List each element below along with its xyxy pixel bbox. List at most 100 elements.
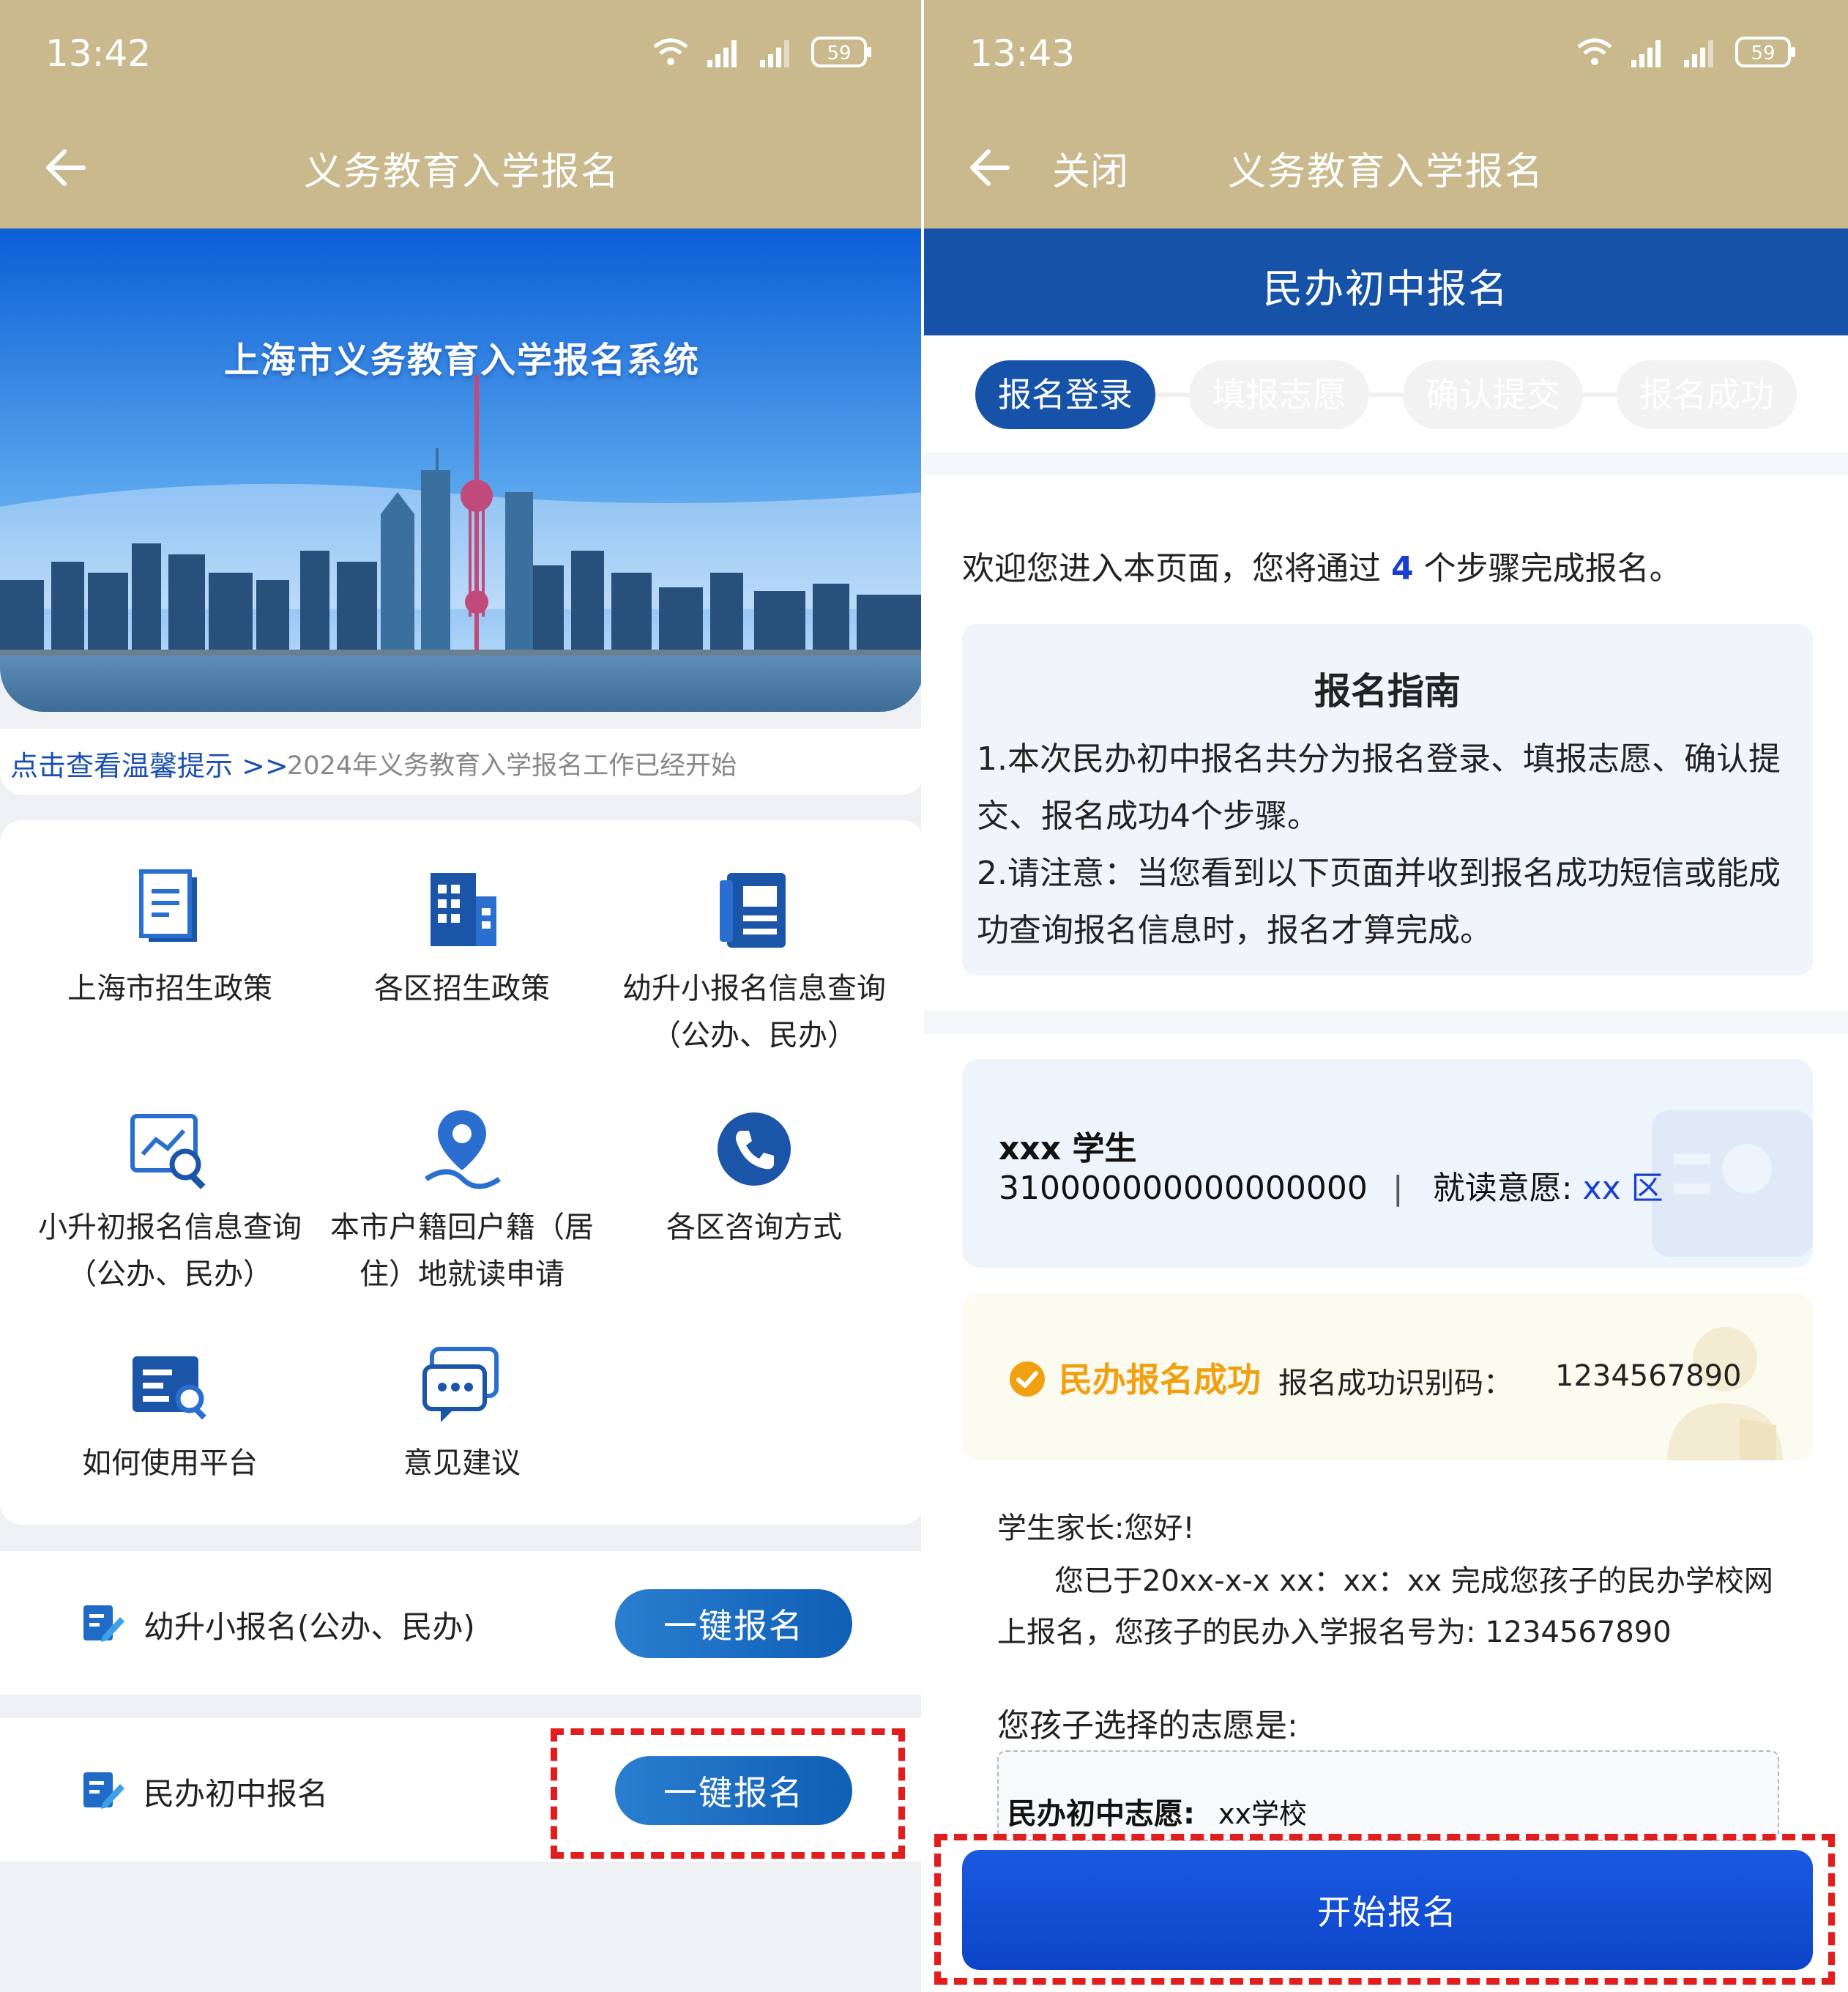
wifi-icon [1577,38,1612,65]
chat-bubble-icon [422,1347,499,1422]
welcome-after: 个步骤完成报名。 [1413,550,1682,587]
status-bar: 13:42 59 [0,0,924,110]
grid-label-line2: （公办、民办） [652,1019,857,1052]
step-login: 报名登录 [975,360,1155,429]
guide-point-1: 1.本次民办初中报名共分为报名登录、填报志愿、确认提交、报名成功4个步骤。 [977,740,1781,835]
intent-value: xx 区 [1582,1170,1663,1207]
student-card: xxx 学生 310000000000000000 | 就读意愿: xx 区 [962,1059,1813,1268]
success-status: 民办报名成功 [1059,1360,1261,1400]
status-time: 13:42 [45,32,152,75]
message-greeting: 学生家长:您好! [997,1512,1195,1545]
status-icons: 59 [652,35,873,67]
step-progress: 报名登录 填报志愿 确认提交 报名成功 [924,335,1848,453]
signal-icon [707,40,737,67]
primary-registration-row: 幼升小报名(公办、民办) 一键报名 [0,1551,924,1695]
one-click-register-button[interactable]: 一键报名 [615,1589,852,1658]
signal-icon [1684,40,1713,67]
grid-item-feedback[interactable]: 意见建议 [316,1342,608,1487]
skyline-image [0,228,924,712]
guide-search-icon [133,1356,206,1420]
message-line-1: 您已于20xx-x-x xx：xx：xx 完成您孩子的民办学校网 [1054,1564,1773,1598]
edit-form-icon [83,1772,124,1809]
choice-value: xx学校 [1218,1798,1307,1830]
grid-item-district-policy[interactable]: 各区招生政策 [316,867,608,1012]
row-label: 民办初中报名 [144,1776,329,1812]
page-title: 义务教育入学报名 [303,150,620,194]
choice-box: 民办初中志愿: xx学校 [997,1750,1779,1841]
highlight-box [934,1834,1835,1985]
right-phone-screen: 13:43 59 关闭 义务教育入学报名 民办初中报名 报名登录 填报志愿 确认… [924,0,1848,1992]
grid-label-line1: 小升初报名信息查询 [38,1211,302,1244]
nav-bar: 关闭 义务教育入学报名 [924,110,1848,228]
hero-banner: 上海市义务教育入学报名系统 [0,228,924,712]
student-info-line: 310000000000000000 | 就读意愿: xx 区 [999,1162,1663,1208]
grid-label-line2: 住）地就读申请 [359,1257,565,1291]
choice-label: 民办初中志愿: [1007,1797,1195,1831]
intent-label: 就读意愿: [1432,1170,1583,1207]
tips-link[interactable]: 点击查看温馨提示 >> [10,743,288,784]
row-label: 幼升小报名(公办、民办) [144,1609,475,1645]
policy-document-icon [139,869,197,942]
guide-point-2: 2.请注意：当您看到以下页面并收到报名成功短信或能成功查询报名信息时，报名才算完… [977,855,1781,949]
page-title: 义务教育入学报名 [1227,150,1544,194]
battery-level: 59 [827,42,851,64]
grid-item-hukou-apply[interactable]: 本市户籍回户籍（居 住）地就读申请 [316,1106,608,1298]
check-circle-icon [1010,1361,1045,1397]
nav-bar: 义务教育入学报名 [0,110,924,228]
search-chart-icon [130,1114,206,1189]
student-id: 310000000000000000 [999,1170,1368,1207]
signal-icon [760,40,789,67]
choice-title: 您孩子选择的志愿是: [997,1707,1298,1744]
section-title: 民办初中报名 [1263,266,1509,312]
divider-pipe: | [1392,1170,1404,1207]
grid-label: 意见建议 [403,1446,521,1480]
edit-form-icon [83,1605,124,1642]
grid-item-middle-query[interactable]: 小升初报名信息查询 （公办、民办） [23,1106,316,1298]
grid-label: 如何使用平台 [82,1446,258,1480]
wifi-icon [653,38,688,65]
grid-item-city-policy[interactable]: 上海市招生政策 [23,867,316,1012]
step-fill-choices: 填报志愿 [1189,360,1369,429]
battery-icon: 59 [1735,37,1795,67]
banner-title: 上海市义务教育入学报名系统 [223,340,700,381]
success-code: 1234567890 [1555,1359,1742,1393]
building-icon [431,873,496,946]
step-success: 报名成功 [1617,360,1797,429]
grid-item-primary-query[interactable]: 幼升小报名信息查询 （公办、民办） [608,867,901,1059]
location-pin-icon [425,1110,501,1189]
grid-label: 小升初报名信息查询 （公办、民办） [23,1204,316,1298]
section-header: 民办初中报名 [924,228,1848,335]
notebook-icon [720,873,786,948]
grid-label: 各区招生政策 [374,972,550,1006]
welcome-text: 欢迎您进入本页面，您将通过 4 个步骤完成报名。 [962,542,1682,589]
separator [924,1011,1848,1034]
step-count: 4 [1391,550,1414,587]
welcome-before: 欢迎您进入本页面，您将通过 [962,550,1391,587]
separator [924,453,1848,475]
phone-icon [718,1112,791,1186]
grid-item-how-to-use[interactable]: 如何使用平台 [23,1342,316,1487]
grid-label: 上海市招生政策 [67,972,272,1006]
battery-icon: 59 [811,37,871,67]
left-phone-screen: 13:42 59 义务教育入学报名 上海市义务教育入学报名系统 点击查看温馨提示… [0,0,924,1992]
grid-label: 各区咨询方式 [666,1211,842,1244]
code-label: 报名成功识别码： [1278,1367,1513,1400]
grid-label: 本市户籍回户籍（居 住）地就读申请 [316,1204,608,1298]
message-line-2: 上报名，您孩子的民办入学报名号为: 1234567890 [997,1616,1672,1649]
battery-level: 59 [1751,42,1775,64]
service-grid: 上海市招生政策 各区招生政策 幼升小报名信息查询 （公办、民办） 小升初报名信息查… [0,820,924,1525]
step-confirm-submit: 确认提交 [1403,360,1583,429]
grid-label-line1: 本市户籍回户籍（居 [330,1211,594,1244]
guide-title: 报名指南 [1314,670,1461,713]
grid-label-line2: （公办、民办） [67,1257,272,1291]
guide-panel: 报名指南 1.本次民办初中报名共分为报名登录、填报志愿、确认提交、报名成功4个步… [962,624,1813,975]
status-bar: 13:43 59 [924,0,1848,110]
highlight-box [551,1728,905,1859]
grid-item-district-contact[interactable]: 各区咨询方式 [608,1106,901,1251]
grid-label: 幼升小报名信息查询 （公办、民办） [608,965,901,1059]
signal-icon [1631,40,1661,67]
status-icons: 59 [1576,35,1797,67]
notice-bar: 点击查看温馨提示 >> 2024年义务教育入学报名工作已经开始 [0,729,924,795]
success-card: 民办报名成功 报名成功识别码： 1234567890 [962,1293,1813,1460]
guide-body: 1.本次民办初中报名共分为报名登录、填报志愿、确认提交、报名成功4个步骤。 2.… [977,731,1797,959]
